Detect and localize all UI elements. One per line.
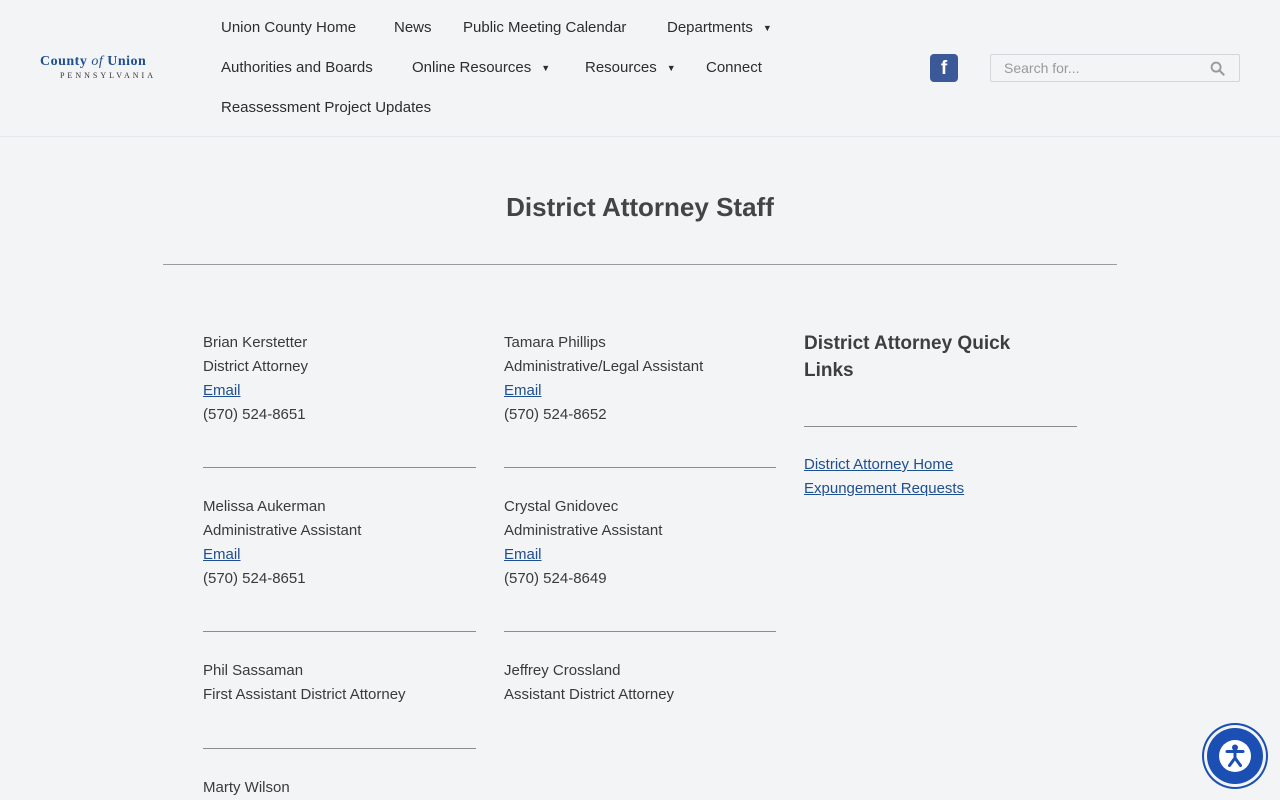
staff-name: Phil Sassaman bbox=[203, 662, 304, 679]
staff-email-link[interactable]: Email bbox=[504, 382, 542, 399]
nav-online-resources[interactable]: Online Resources ▼ bbox=[412, 59, 550, 76]
divider bbox=[203, 631, 476, 632]
divider bbox=[504, 631, 776, 632]
nav-resources[interactable]: Resources ▼ bbox=[585, 59, 676, 76]
staff-email-link[interactable]: Email bbox=[203, 546, 241, 563]
staff-role: District Attorney bbox=[203, 358, 309, 375]
nav-connect[interactable]: Connect bbox=[706, 59, 762, 76]
divider bbox=[504, 467, 776, 468]
nav-news[interactable]: News bbox=[394, 19, 432, 36]
staff-card: Tamara Phillips Administrative/Legal Ass… bbox=[504, 331, 777, 427]
nav-union-county-home[interactable]: Union County Home bbox=[221, 19, 356, 36]
accessibility-icon bbox=[1219, 740, 1251, 772]
staff-email-link[interactable]: Email bbox=[203, 382, 241, 399]
quick-link-expungement-requests[interactable]: Expungement Requests bbox=[804, 480, 964, 497]
page-title: District Attorney Staff bbox=[506, 192, 774, 222]
divider bbox=[804, 426, 1077, 427]
divider bbox=[163, 264, 1117, 265]
staff-name: Jeffrey Crossland bbox=[504, 662, 621, 679]
facebook-icon[interactable]: f bbox=[930, 54, 958, 82]
staff-role: Assistant District Attorney bbox=[504, 686, 675, 703]
county-logo[interactable]: County of Union PENNSYLVANIA bbox=[40, 54, 180, 84]
divider bbox=[203, 467, 476, 468]
site-header: County of Union PENNSYLVANIA Union Count… bbox=[0, 0, 1280, 137]
staff-card: Jeffrey Crossland Assistant District Att… bbox=[504, 659, 777, 707]
staff-email-link[interactable]: Email bbox=[504, 546, 542, 563]
staff-card: Marty Wilson bbox=[203, 776, 476, 800]
staff-phone: (570) 524-8652 bbox=[504, 406, 607, 423]
divider bbox=[203, 748, 476, 749]
search-box bbox=[990, 54, 1240, 82]
staff-phone: (570) 524-8651 bbox=[203, 406, 306, 423]
caret-down-icon: ▼ bbox=[666, 63, 676, 74]
staff-role: Administrative Assistant bbox=[504, 522, 663, 539]
nav-reassessment-project-updates[interactable]: Reassessment Project Updates bbox=[221, 99, 431, 116]
nav-public-meeting-calendar[interactable]: Public Meeting Calendar bbox=[463, 19, 626, 36]
accessibility-button[interactable] bbox=[1207, 728, 1263, 784]
staff-name: Brian Kerstetter bbox=[203, 334, 308, 351]
staff-card: Crystal Gnidovec Administrative Assistan… bbox=[504, 495, 777, 591]
staff-role: Administrative Assistant bbox=[203, 522, 362, 539]
search-input[interactable] bbox=[991, 55, 1204, 81]
staff-name: Marty Wilson bbox=[203, 779, 290, 796]
staff-name: Melissa Aukerman bbox=[203, 498, 326, 515]
caret-down-icon: ▼ bbox=[541, 63, 551, 74]
staff-phone: (570) 524-8649 bbox=[504, 570, 607, 587]
staff-card: Phil Sassaman First Assistant District A… bbox=[203, 659, 476, 707]
nav-departments[interactable]: Departments ▼ bbox=[667, 19, 772, 36]
logo-state: PENNSYLVANIA bbox=[59, 71, 156, 80]
caret-down-icon: ▼ bbox=[762, 23, 772, 34]
search-icon[interactable] bbox=[1210, 61, 1225, 76]
quick-link-da-home[interactable]: District Attorney Home bbox=[804, 456, 953, 473]
staff-role: Administrative/Legal Assistant bbox=[504, 358, 704, 375]
staff-role: First Assistant District Attorney bbox=[203, 686, 406, 703]
staff-card: Melissa Aukerman Administrative Assistan… bbox=[203, 495, 476, 591]
staff-name: Crystal Gnidovec bbox=[504, 498, 619, 515]
logo-wordmark: County of Union bbox=[40, 54, 147, 69]
quick-links-title: District Attorney Quick Links bbox=[804, 333, 1011, 381]
staff-card: Brian Kerstetter District Attorney Email… bbox=[203, 331, 476, 427]
staff-name: Tamara Phillips bbox=[504, 334, 606, 351]
staff-phone: (570) 524-8651 bbox=[203, 570, 306, 587]
nav-authorities-and-boards[interactable]: Authorities and Boards bbox=[221, 59, 373, 76]
